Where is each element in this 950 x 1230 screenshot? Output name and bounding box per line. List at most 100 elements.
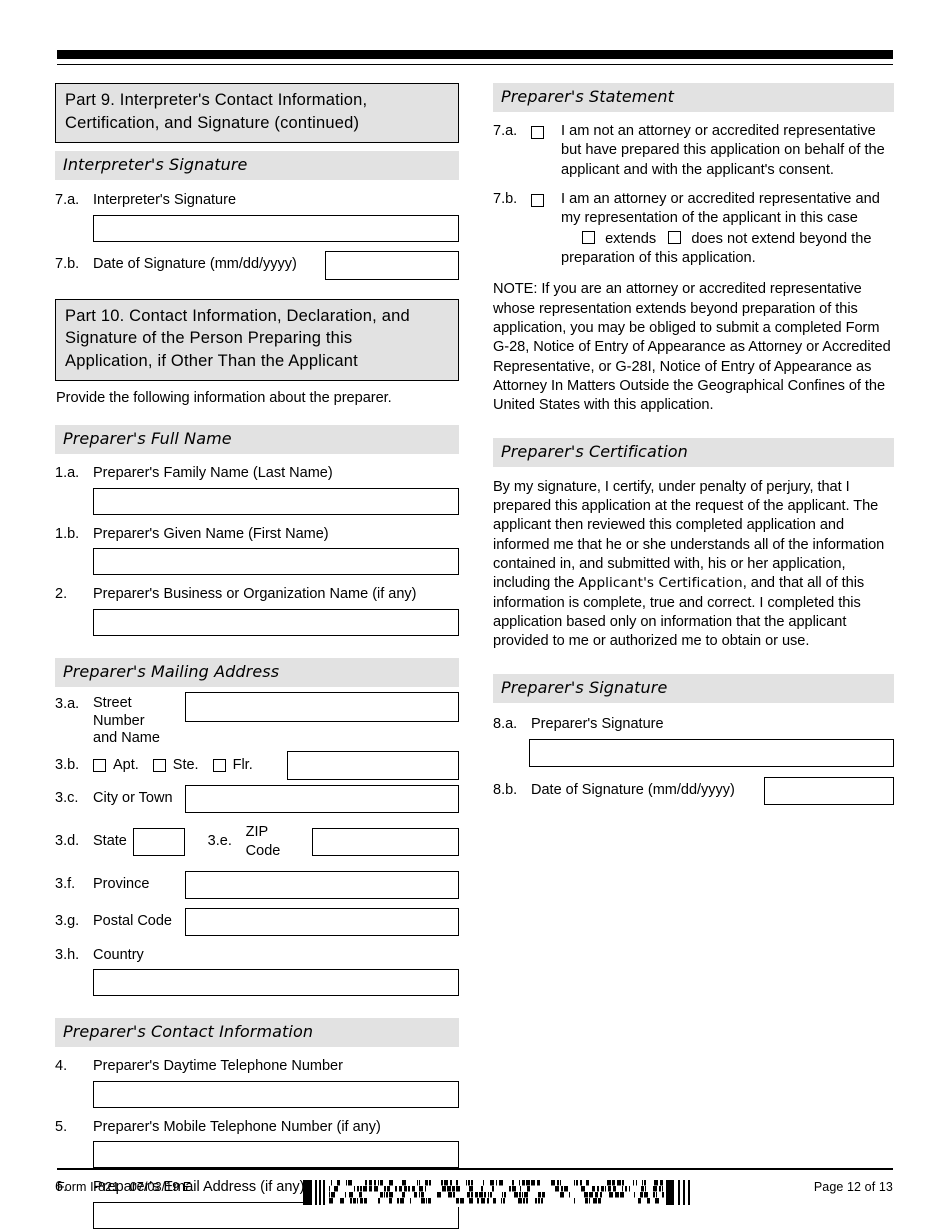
footer-page-number: Page 12 of 13	[813, 1180, 893, 1194]
item-number-3d: 3.d.	[55, 833, 80, 850]
item-label-8a: Preparer's Signature	[531, 715, 664, 732]
item-label-3e: ZIP Code	[245, 823, 281, 860]
section-preparers-contact-information: Preparer's Contact Information	[55, 1018, 459, 1048]
item-label-2: Preparer's Business or Organization Name…	[93, 586, 417, 603]
item-text-7b-line1: I am an attorney or accredited represent…	[561, 190, 880, 227]
item-label-4: Preparer's Daytime Telephone Number	[93, 1058, 343, 1075]
item-number-3f: 3.f.	[55, 876, 76, 893]
item-number-7b-statement: 7.b.	[493, 190, 518, 207]
row-8b-preparer-date: 8.b. Date of Signature (mm/dd/yyyy)	[493, 777, 894, 806]
input-preparer-family-name[interactable]	[93, 487, 459, 515]
label-does-not-extend: does not extend beyond the	[691, 230, 872, 247]
part-9-header: Part 9. Interpreter's Contact Informatio…	[55, 83, 459, 143]
input-zip-code[interactable]	[311, 827, 459, 856]
item-number-1b: 1.b.	[55, 525, 80, 542]
item-text-7b-tail: preparation of this application.	[561, 249, 756, 266]
item-label-3h: Country	[93, 946, 144, 963]
section-preparers-signature: Preparer's Signature	[493, 673, 894, 703]
row-3a-street: 3.a. Street Number and Name	[55, 691, 459, 748]
input-state[interactable]	[133, 827, 185, 856]
right-column: Preparer's Statement 7.a. I am not an at…	[493, 83, 894, 806]
row-3c-city-or-town: 3.c. City or Town	[55, 784, 459, 813]
item-number-7a: 7.a.	[55, 191, 80, 208]
checkbox-does-not-extend[interactable]	[668, 230, 682, 244]
label-flr: Flr.	[232, 757, 253, 774]
item-number-3c: 3.c.	[55, 790, 79, 807]
part-10-header-line3: Application, if Other Than the Applicant	[65, 352, 358, 371]
input-street-number-and-name[interactable]	[185, 691, 459, 722]
input-interpreter-signature[interactable]	[93, 215, 459, 243]
part-10-intro-text: Provide the following information about …	[56, 389, 392, 406]
section-interpreters-signature: Interpreter's Signature	[55, 150, 459, 180]
input-province[interactable]	[185, 870, 459, 899]
checkbox-is-attorney[interactable]	[531, 193, 544, 207]
top-black-bar	[57, 50, 893, 59]
item-label-3c: City or Town	[93, 790, 173, 807]
input-country[interactable]	[93, 969, 459, 997]
input-mobile-telephone[interactable]	[93, 1141, 459, 1169]
input-preparer-signature[interactable]	[529, 739, 894, 768]
row-3b-unit-type: 3.b. Apt. Ste. Flr.	[55, 751, 459, 781]
row-7b-date-of-signature: 7.b. Date of Signature (mm/dd/yyyy)	[55, 251, 459, 281]
row-1a-family-name: 1.a. Preparer's Family Name (Last Name)	[55, 463, 459, 484]
preparer-certification-text: By my signature, I certify, under penalt…	[493, 478, 894, 652]
item-label-3g: Postal Code	[93, 913, 172, 930]
footer-form-info: Form I-821 07/03/19 E	[57, 1180, 191, 1194]
certification-emphasis: Applicant's Certification	[578, 575, 743, 592]
label-extends: extends	[605, 230, 657, 247]
row-7b-statement-attorney: 7.b. I am an attorney or accredited repr…	[493, 190, 894, 268]
checkbox-not-attorney[interactable]	[531, 126, 544, 139]
input-city-or-town[interactable]	[185, 784, 459, 813]
input-preparer-business-name[interactable]	[93, 608, 459, 636]
item-label-1a: Preparer's Family Name (Last Name)	[93, 465, 333, 482]
row-5-mobile-phone: 5. Preparer's Mobile Telephone Number (i…	[55, 1117, 459, 1138]
part-10-header: Part 10. Contact Information, Declaratio…	[55, 298, 459, 381]
part-9-header-line2: Certification, and Signature (continued)	[65, 113, 360, 132]
item-number-8b: 8.b.	[493, 782, 518, 799]
left-column: Part 9. Interpreter's Contact Informatio…	[55, 83, 459, 1229]
row-3d-3e-state-zip: 3.d. State 3.e. ZIP Code	[55, 822, 459, 862]
checkbox-extends[interactable]	[582, 230, 595, 244]
item-number-3a: 3.a.	[55, 695, 80, 712]
item-number-2: 2.	[55, 586, 68, 603]
section-preparers-mailing-address: Preparer's Mailing Address	[55, 657, 459, 687]
part-9-header-line1: Part 9. Interpreter's Contact Informatio…	[65, 91, 368, 109]
input-daytime-telephone[interactable]	[93, 1080, 459, 1108]
part-10-header-line2: Signature of the Person Preparing this	[65, 329, 353, 348]
row-2-business-name: 2. Preparer's Business or Organization N…	[55, 584, 459, 605]
item-number-8a: 8.a.	[493, 715, 518, 732]
section-preparers-full-name: Preparer's Full Name	[55, 425, 459, 455]
row-3g-postal-code: 3.g. Postal Code	[55, 907, 459, 936]
input-preparer-given-name[interactable]	[93, 548, 459, 576]
item-text-7a-statement: I am not an attorney or accredited repre…	[561, 123, 885, 178]
input-postal-code[interactable]	[185, 907, 459, 936]
row-7a-statement-not-attorney: 7.a. I am not an attorney or accredited …	[493, 122, 894, 180]
item-number-7a-statement: 7.a.	[493, 123, 518, 139]
form-number: Form I-821	[57, 1180, 120, 1194]
item-label-3a-line1: Street Number	[93, 694, 145, 729]
row-7a-interpreter-signature: 7.a. Interpreter's Signature	[55, 190, 459, 211]
row-1b-given-name: 1.b. Preparer's Given Name (First Name)	[55, 524, 459, 545]
item-label-8b: Date of Signature (mm/dd/yyyy)	[531, 782, 735, 799]
label-apt: Apt.	[113, 757, 139, 774]
checkbox-apt[interactable]	[93, 758, 106, 772]
item-number-1a: 1.a.	[55, 465, 80, 482]
input-preparer-date-of-signature[interactable]	[764, 777, 894, 806]
input-unit-number[interactable]	[287, 751, 459, 781]
item-label-3d: State	[93, 833, 127, 850]
item-label-1b: Preparer's Given Name (First Name)	[93, 525, 329, 542]
row-3h-country: 3.h. Country	[55, 945, 459, 966]
section-preparers-certification: Preparer's Certification	[493, 437, 894, 467]
pdf417-barcode	[303, 1179, 694, 1207]
section-preparers-statement: Preparer's Statement	[493, 83, 894, 112]
checkbox-ste[interactable]	[152, 758, 166, 772]
item-label-7b: Date of Signature (mm/dd/yyyy)	[93, 256, 297, 273]
checkbox-flr[interactable]	[212, 758, 226, 772]
top-thin-rule	[57, 64, 893, 65]
item-label-7a: Interpreter's Signature	[93, 191, 237, 208]
item-number-5: 5.	[55, 1118, 68, 1135]
item-number-3h: 3.h.	[55, 946, 80, 963]
input-interpreter-date-of-signature[interactable]	[325, 251, 459, 281]
item-label-3a-line2: and Name	[93, 730, 160, 747]
row-4-daytime-phone: 4. Preparer's Daytime Telephone Number	[55, 1056, 459, 1077]
